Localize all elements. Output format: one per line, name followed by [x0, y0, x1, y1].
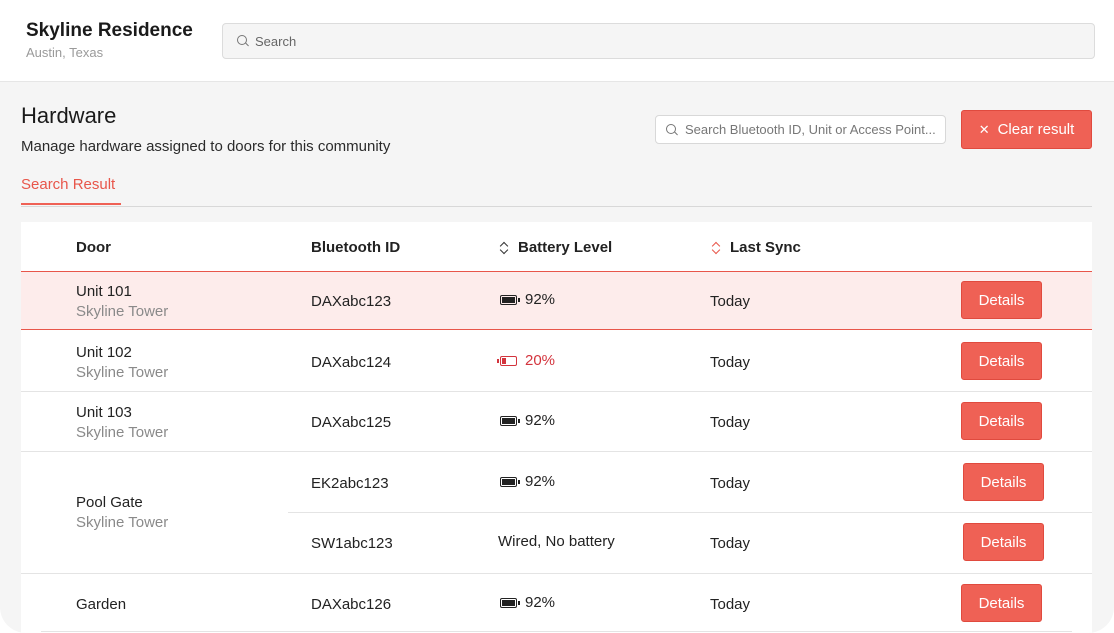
door-name: Garden [76, 596, 127, 613]
door-building: Skyline Tower [76, 424, 169, 441]
battery-full-icon [500, 476, 520, 487]
page-title: Hardware [21, 103, 117, 128]
battery-value: 92% [525, 473, 556, 490]
details-button[interactable]: Details [961, 281, 1042, 319]
tab-divider [21, 206, 1092, 207]
last-sync: Today [710, 414, 751, 431]
top-header: Skyline Residence Austin, Texas Search [0, 0, 1114, 82]
table-row[interactable]: Unit 102 Skyline Tower DAXabc124 20% Tod… [21, 331, 1092, 391]
door-name: Pool Gate [76, 494, 143, 511]
battery-full-icon [500, 597, 520, 608]
column-door-label: Door [76, 239, 111, 256]
door-name: Unit 101 [76, 283, 132, 300]
global-search-placeholder: Search [255, 33, 297, 49]
sort-icon[interactable] [712, 242, 720, 254]
hardware-search-input[interactable]: Search Bluetooth ID, Unit or Access Poin… [655, 115, 946, 144]
column-bluetooth-id: Bluetooth ID [311, 239, 400, 256]
hardware-table: Door Bluetooth ID Battery Level Last Syn… [21, 222, 1092, 633]
details-button[interactable]: Details [963, 523, 1044, 561]
clear-result-label: Clear result [997, 121, 1075, 138]
battery-low-icon [497, 355, 517, 366]
search-icon [666, 123, 678, 136]
battery-level: 92% [500, 412, 555, 429]
battery-value: 20% [525, 352, 556, 369]
app-window: Skyline Residence Austin, Texas Search H… [0, 0, 1114, 633]
details-button[interactable]: Details [963, 463, 1044, 501]
battery-level: 20% [497, 352, 556, 369]
details-button[interactable]: Details [961, 342, 1042, 380]
battery-level: 92% [500, 291, 555, 308]
last-sync: Today [710, 535, 751, 552]
last-sync: Today [710, 354, 751, 371]
details-button[interactable]: Details [961, 402, 1042, 440]
column-battery-level[interactable]: Battery Level [500, 239, 612, 256]
door-building: Skyline Tower [76, 364, 169, 381]
bluetooth-id: DAXabc125 [311, 414, 392, 431]
door-building: Skyline Tower [76, 303, 169, 320]
door-building: Skyline Tower [76, 514, 169, 531]
column-last-sync-label: Last Sync [730, 239, 801, 256]
column-battery-level-label: Battery Level [518, 239, 613, 256]
hardware-search-placeholder: Search Bluetooth ID, Unit or Access Poin… [685, 122, 936, 137]
tab-search-result[interactable]: Search Result [21, 176, 121, 205]
table-row[interactable]: Unit 101 Skyline Tower DAXabc123 92% Tod… [21, 272, 1092, 330]
door-name: Unit 102 [76, 344, 132, 361]
table-header: Door Bluetooth ID Battery Level Last Syn… [21, 222, 1092, 272]
last-sync: Today [710, 293, 751, 310]
last-sync: Today [710, 596, 751, 613]
battery-level: 92% [500, 473, 555, 490]
bluetooth-id: DAXabc123 [311, 293, 392, 310]
clear-result-button[interactable]: ✕ Clear result [961, 110, 1092, 149]
battery-level: 92% [500, 594, 555, 611]
site-location: Austin, Texas [26, 45, 104, 60]
battery-value: 92% [525, 594, 556, 611]
battery-full-icon [500, 294, 520, 305]
battery-value: 92% [525, 412, 556, 429]
row-divider [41, 631, 1072, 632]
column-last-sync[interactable]: Last Sync [712, 239, 801, 256]
search-icon [237, 35, 249, 47]
table-row[interactable]: Garden DAXabc126 92% Today Details [21, 574, 1092, 633]
bluetooth-id: DAXabc124 [311, 354, 392, 371]
sub-row-divider [288, 512, 1092, 513]
last-sync: Today [710, 475, 751, 492]
close-icon: ✕ [978, 122, 990, 137]
table-row[interactable]: Unit 103 Skyline Tower DAXabc125 92% Tod… [21, 392, 1092, 452]
battery-level: Wired, No battery [498, 533, 615, 550]
bluetooth-id: DAXabc126 [311, 596, 392, 613]
column-bluetooth-id-label: Bluetooth ID [311, 239, 401, 256]
door-name: Unit 103 [76, 404, 132, 421]
site-title: Skyline Residence [26, 20, 193, 41]
sort-icon[interactable] [500, 242, 508, 254]
details-button[interactable]: Details [961, 584, 1042, 622]
column-door: Door [76, 239, 111, 256]
bluetooth-id: EK2abc123 [311, 475, 389, 492]
battery-full-icon [500, 415, 520, 426]
global-search-input[interactable]: Search [222, 23, 1095, 59]
table-row[interactable]: Pool Gate Skyline Tower EK2abc123 92% To… [21, 452, 1092, 573]
bluetooth-id: SW1abc123 [311, 535, 393, 552]
page-description: Manage hardware assigned to doors for th… [21, 138, 391, 155]
battery-value: 92% [525, 291, 556, 308]
